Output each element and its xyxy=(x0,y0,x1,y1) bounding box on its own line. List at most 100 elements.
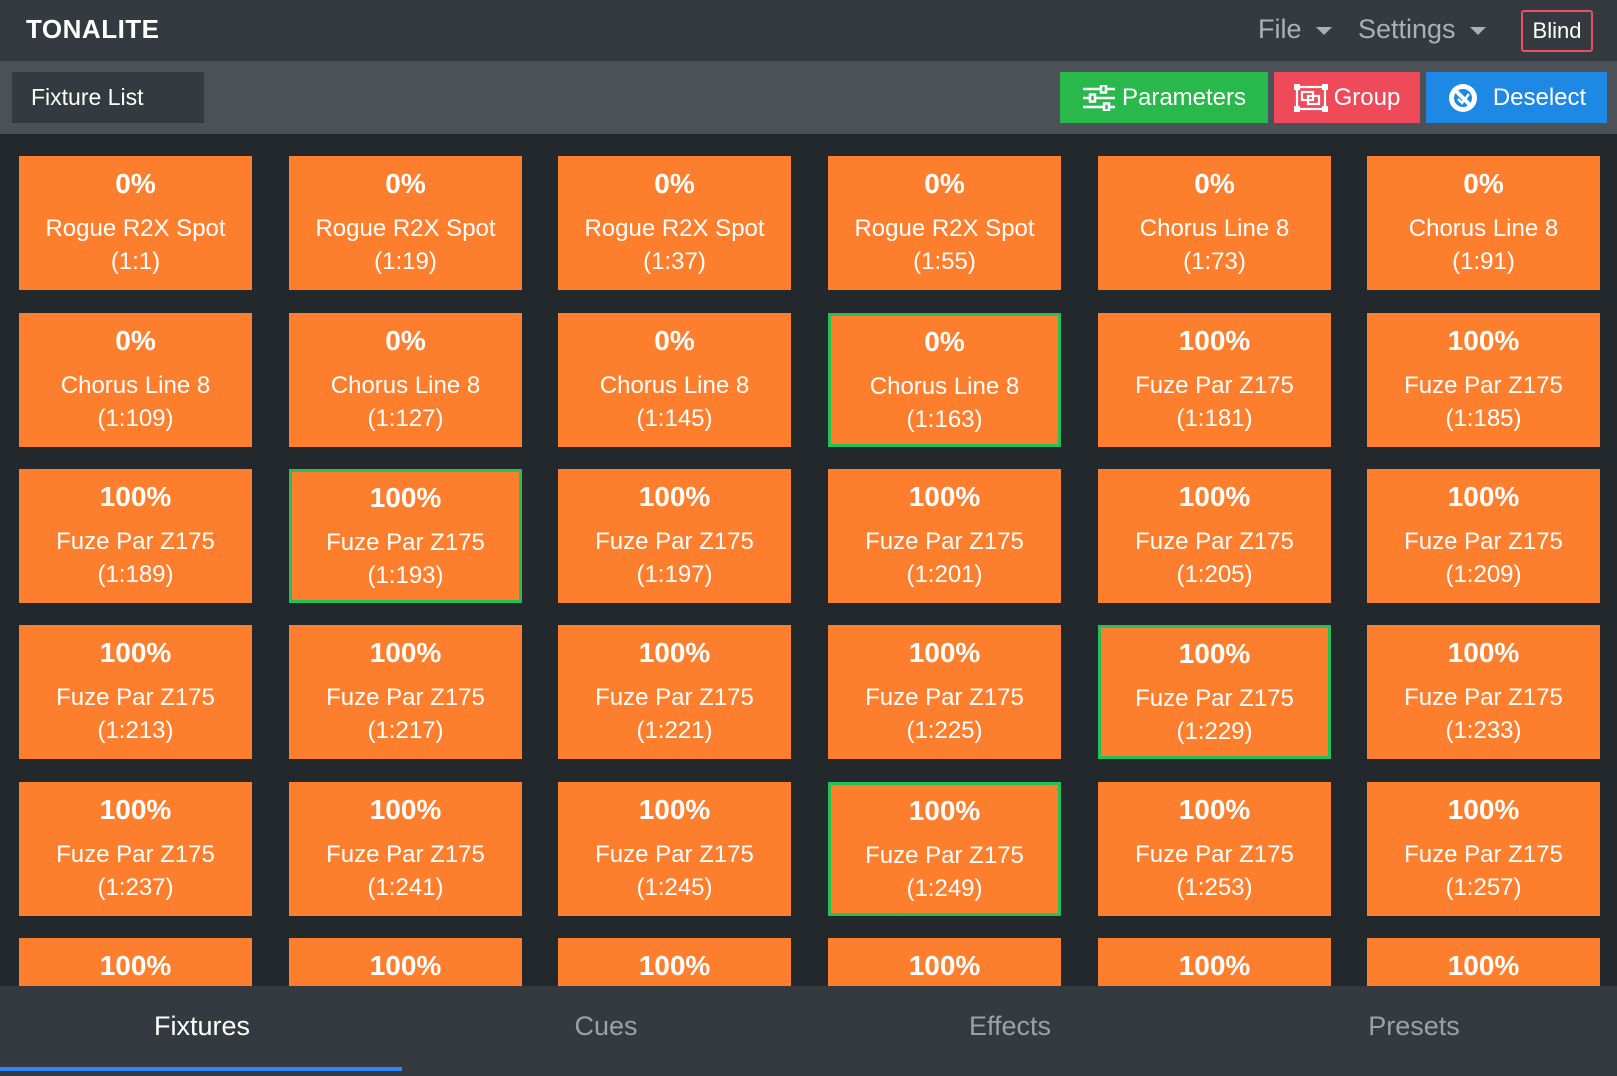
fixture-address: (1:127) xyxy=(367,405,444,432)
fixture-tile[interactable]: 100% Fuze Par Z175 (1:237) xyxy=(19,782,252,916)
fixture-name: Rogue R2X Spot xyxy=(45,215,226,242)
fixture-tile[interactable]: 100% Fuze Par Z175 (1:221) xyxy=(558,625,791,759)
fixture-address: (1:221) xyxy=(636,717,713,744)
fixture-intensity: 100% xyxy=(1447,950,1520,981)
fixture-tile[interactable]: 100% Fuze Par Z175 (1:181) xyxy=(1098,313,1331,447)
fixture-address: (1:1) xyxy=(110,248,161,275)
fixture-name: Fuze Par Z175 xyxy=(865,842,1024,869)
fixture-tile[interactable]: 100% Fuze Par Z175 (1:201) xyxy=(828,469,1061,603)
blind-button[interactable]: Blind xyxy=(1521,10,1593,52)
fixture-intensity: 100% xyxy=(1178,950,1251,981)
fixture-name: Rogue R2X Spot xyxy=(854,215,1035,242)
fixture-tile[interactable]: 100% xyxy=(1098,938,1331,986)
fixture-name: Chorus Line 8 xyxy=(330,372,481,399)
fixture-address: (1:109) xyxy=(97,405,174,432)
fixture-intensity: 100% xyxy=(1447,637,1520,668)
fixture-tile[interactable]: 100% Fuze Par Z175 (1:189) xyxy=(19,469,252,603)
fixture-tile[interactable]: 0% Rogue R2X Spot (1:19) xyxy=(289,156,522,290)
fixture-intensity: 100% xyxy=(1447,794,1520,825)
fixture-tile[interactable]: 0% Rogue R2X Spot (1:1) xyxy=(19,156,252,290)
group-button[interactable]: Group xyxy=(1274,72,1420,123)
fixture-intensity: 0% xyxy=(385,168,426,199)
fixture-tile[interactable]: 100% Fuze Par Z175 (1:193) xyxy=(289,469,522,603)
fixture-address: (1:253) xyxy=(1176,874,1253,901)
fixture-intensity: 100% xyxy=(99,481,172,512)
tab-presets[interactable]: Presets xyxy=(1212,986,1616,1076)
fixture-tile[interactable]: 0% Rogue R2X Spot (1:37) xyxy=(558,156,791,290)
fixture-address: (1:19) xyxy=(374,248,437,275)
fixture-name: Fuze Par Z175 xyxy=(56,528,215,555)
fixture-intensity: 0% xyxy=(1463,168,1504,199)
fixture-tile[interactable]: 100% Fuze Par Z175 (1:209) xyxy=(1367,469,1600,603)
active-tab-indicator xyxy=(0,1067,402,1071)
file-menu-label: File xyxy=(1258,14,1302,44)
fixture-intensity: 100% xyxy=(908,795,981,826)
fixture-tile[interactable]: 0% Chorus Line 8 (1:91) xyxy=(1367,156,1600,290)
fixture-intensity: 0% xyxy=(115,168,156,199)
fixture-intensity: 100% xyxy=(1178,638,1251,669)
tab-cues[interactable]: Cues xyxy=(404,986,808,1076)
fixture-tile[interactable]: 100% Fuze Par Z175 (1:229) xyxy=(1098,625,1331,759)
fixture-intensity: 100% xyxy=(908,481,981,512)
fixture-address: (1:229) xyxy=(1176,718,1253,745)
fixture-tile[interactable]: 100% xyxy=(558,938,791,986)
fixture-tile[interactable]: 100% Fuze Par Z175 (1:185) xyxy=(1367,313,1600,447)
fixture-address: (1:163) xyxy=(906,406,983,433)
fixture-tile[interactable]: 0% Rogue R2X Spot (1:55) xyxy=(828,156,1061,290)
fixture-tile[interactable]: 100% Fuze Par Z175 (1:205) xyxy=(1098,469,1331,603)
fixture-address: (1:37) xyxy=(643,248,706,275)
fixture-address: (1:189) xyxy=(97,561,174,588)
tab-fixtures[interactable]: Fixtures xyxy=(0,986,404,1076)
fixture-tile[interactable]: 100% xyxy=(289,938,522,986)
fixture-address: (1:201) xyxy=(906,561,983,588)
fixture-tile[interactable]: 0% Chorus Line 8 (1:73) xyxy=(1098,156,1331,290)
fixture-tile[interactable]: 100% Fuze Par Z175 (1:257) xyxy=(1367,782,1600,916)
fixture-intensity: 0% xyxy=(654,325,695,356)
fixture-tile[interactable]: 100% Fuze Par Z175 (1:241) xyxy=(289,782,522,916)
settings-menu-label: Settings xyxy=(1358,14,1456,44)
fixture-name: Fuze Par Z175 xyxy=(865,528,1024,555)
fixture-name: Fuze Par Z175 xyxy=(595,684,754,711)
fixture-tile[interactable]: 100% xyxy=(1367,938,1600,986)
fixture-tile[interactable]: 0% Chorus Line 8 (1:145) xyxy=(558,313,791,447)
parameters-button[interactable]: Parameters xyxy=(1060,72,1268,123)
fixture-intensity: 100% xyxy=(1447,325,1520,356)
fixture-tile[interactable]: 0% Chorus Line 8 (1:109) xyxy=(19,313,252,447)
file-menu[interactable]: File xyxy=(1258,14,1332,45)
fixture-tile[interactable]: 100% Fuze Par Z175 (1:197) xyxy=(558,469,791,603)
fixture-intensity: 100% xyxy=(369,482,442,513)
fixture-address: (1:181) xyxy=(1176,405,1253,432)
fixture-name: Fuze Par Z175 xyxy=(595,528,754,555)
fixture-intensity: 100% xyxy=(638,794,711,825)
fixture-tile[interactable]: 100% Fuze Par Z175 (1:233) xyxy=(1367,625,1600,759)
deselect-button[interactable]: Deselect xyxy=(1426,72,1607,123)
fixture-intensity: 100% xyxy=(1178,481,1251,512)
fixture-tile[interactable]: 100% Fuze Par Z175 (1:253) xyxy=(1098,782,1331,916)
fixture-name: Rogue R2X Spot xyxy=(315,215,496,242)
fixture-name: Fuze Par Z175 xyxy=(1135,528,1294,555)
fixture-intensity: 100% xyxy=(1178,325,1251,356)
fixture-tile[interactable]: 100% xyxy=(19,938,252,986)
fixture-name: Fuze Par Z175 xyxy=(865,684,1024,711)
fixture-address: (1:213) xyxy=(97,717,174,744)
fixture-tile[interactable]: 100% Fuze Par Z175 (1:225) xyxy=(828,625,1061,759)
settings-menu[interactable]: Settings xyxy=(1358,14,1486,45)
fixture-tile[interactable]: 100% Fuze Par Z175 (1:217) xyxy=(289,625,522,759)
fixture-intensity: 100% xyxy=(1447,481,1520,512)
fixture-address: (1:209) xyxy=(1445,561,1522,588)
fixture-tile[interactable]: 100% Fuze Par Z175 (1:249) xyxy=(828,782,1061,916)
tab-effects[interactable]: Effects xyxy=(808,986,1212,1076)
deselect-icon xyxy=(1447,82,1479,114)
fixture-intensity: 100% xyxy=(99,637,172,668)
fixture-tile[interactable]: 0% Chorus Line 8 (1:127) xyxy=(289,313,522,447)
fixture-name: Fuze Par Z175 xyxy=(326,529,485,556)
fixture-tile[interactable]: 100% Fuze Par Z175 (1:213) xyxy=(19,625,252,759)
fixture-tile[interactable]: 100% xyxy=(828,938,1061,986)
object-group-icon xyxy=(1293,83,1328,112)
fixture-list-button[interactable]: Fixture List xyxy=(12,72,204,123)
fixture-name: Fuze Par Z175 xyxy=(1135,841,1294,868)
fixture-name: Fuze Par Z175 xyxy=(56,684,215,711)
fixture-address: (1:145) xyxy=(636,405,713,432)
fixture-tile[interactable]: 0% Chorus Line 8 (1:163) xyxy=(828,313,1061,447)
fixture-tile[interactable]: 100% Fuze Par Z175 (1:245) xyxy=(558,782,791,916)
